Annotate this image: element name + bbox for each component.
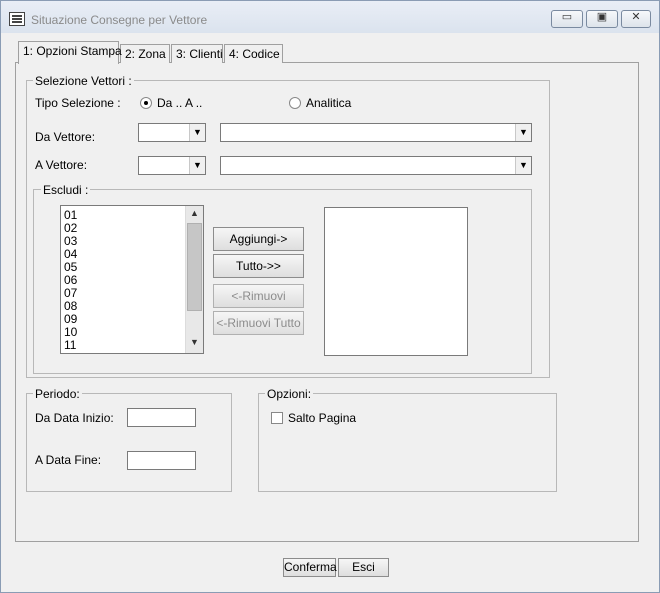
da-vettore-name-combo[interactable]: ▼ [220,123,532,142]
radio-analitica[interactable] [289,97,301,109]
conferma-button[interactable]: Conferma [283,558,337,577]
close-button[interactable]: ✕ [621,10,651,28]
a-data-fine-label: A Data Fine: [35,453,102,467]
chevron-down-icon[interactable]: ▼ [189,124,205,141]
list-item[interactable]: 11 [64,339,76,352]
da-data-inizio-field[interactable] [127,408,196,427]
a-data-fine-field[interactable] [127,451,196,470]
scroll-down-icon[interactable]: ▼ [186,337,203,349]
group-opzioni-legend: Opzioni: [265,387,314,401]
window-title: Situazione Consegne per Vettore [31,13,208,27]
group-periodo-legend: Periodo: [33,387,82,401]
scroll-up-icon[interactable]: ▲ [186,208,203,220]
minimize-button[interactable]: ▭ [551,10,583,28]
a-vettore-label: A Vettore: [35,158,88,172]
da-vettore-label: Da Vettore: [35,130,96,144]
chevron-down-icon[interactable]: ▼ [515,157,531,174]
rimuovi-button[interactable]: <-Rimuovi [213,284,304,308]
chevron-down-icon[interactable]: ▼ [189,157,205,174]
escludi-source-list[interactable]: 01 02 03 04 05 06 07 08 09 10 11 ▲ ▼ [60,205,204,354]
app-icon [9,12,25,26]
chevron-down-icon[interactable]: ▼ [515,124,531,141]
group-opzioni [258,393,557,492]
a-vettore-code-combo[interactable]: ▼ [138,156,206,175]
da-data-inizio-label: Da Data Inizio: [35,411,114,425]
radio-da-a-label: Da .. A .. [157,96,203,110]
list-scrollbar[interactable]: ▲ ▼ [185,206,203,353]
da-vettore-code-combo[interactable]: ▼ [138,123,206,142]
title-bar[interactable]: Situazione Consegne per Vettore ▭ ▣ ✕ [1,1,659,33]
minimize-icon: ▭ [561,11,573,23]
radio-analitica-label: Analitica [306,96,352,110]
a-vettore-name-combo[interactable]: ▼ [220,156,532,175]
aggiungi-button[interactable]: Aggiungi-> [213,227,304,251]
esci-button[interactable]: Esci [338,558,389,577]
group-selezione-legend: Selezione Vettori : [33,74,134,88]
salto-pagina-label: Salto Pagina [288,411,357,425]
close-icon: ✕ [631,11,641,23]
maximize-button[interactable]: ▣ [586,10,618,28]
group-escludi-legend: Escludi : [41,183,91,197]
rimuovi-tutto-button[interactable]: <-Rimuovi Tutto [213,311,304,335]
tab-opzioni-stampa[interactable]: 1: Opzioni Stampa [18,41,122,64]
tipo-selezione-label: Tipo Selezione : [35,96,121,110]
salto-pagina-checkbox[interactable] [271,412,283,424]
tab-zona[interactable]: 2: Zona [120,44,170,63]
application-window: Situazione Consegne per Vettore ▭ ▣ ✕ 1:… [0,0,660,593]
scroll-thumb[interactable] [187,223,202,311]
tab-codice[interactable]: 4: Codice [224,44,283,63]
maximize-icon: ▣ [596,11,608,23]
tab-clienti[interactable]: 3: Clienti [171,44,223,63]
tutto-button[interactable]: Tutto->> [213,254,304,278]
radio-da-a[interactable] [140,97,152,109]
escludi-target-list[interactable] [324,207,468,356]
